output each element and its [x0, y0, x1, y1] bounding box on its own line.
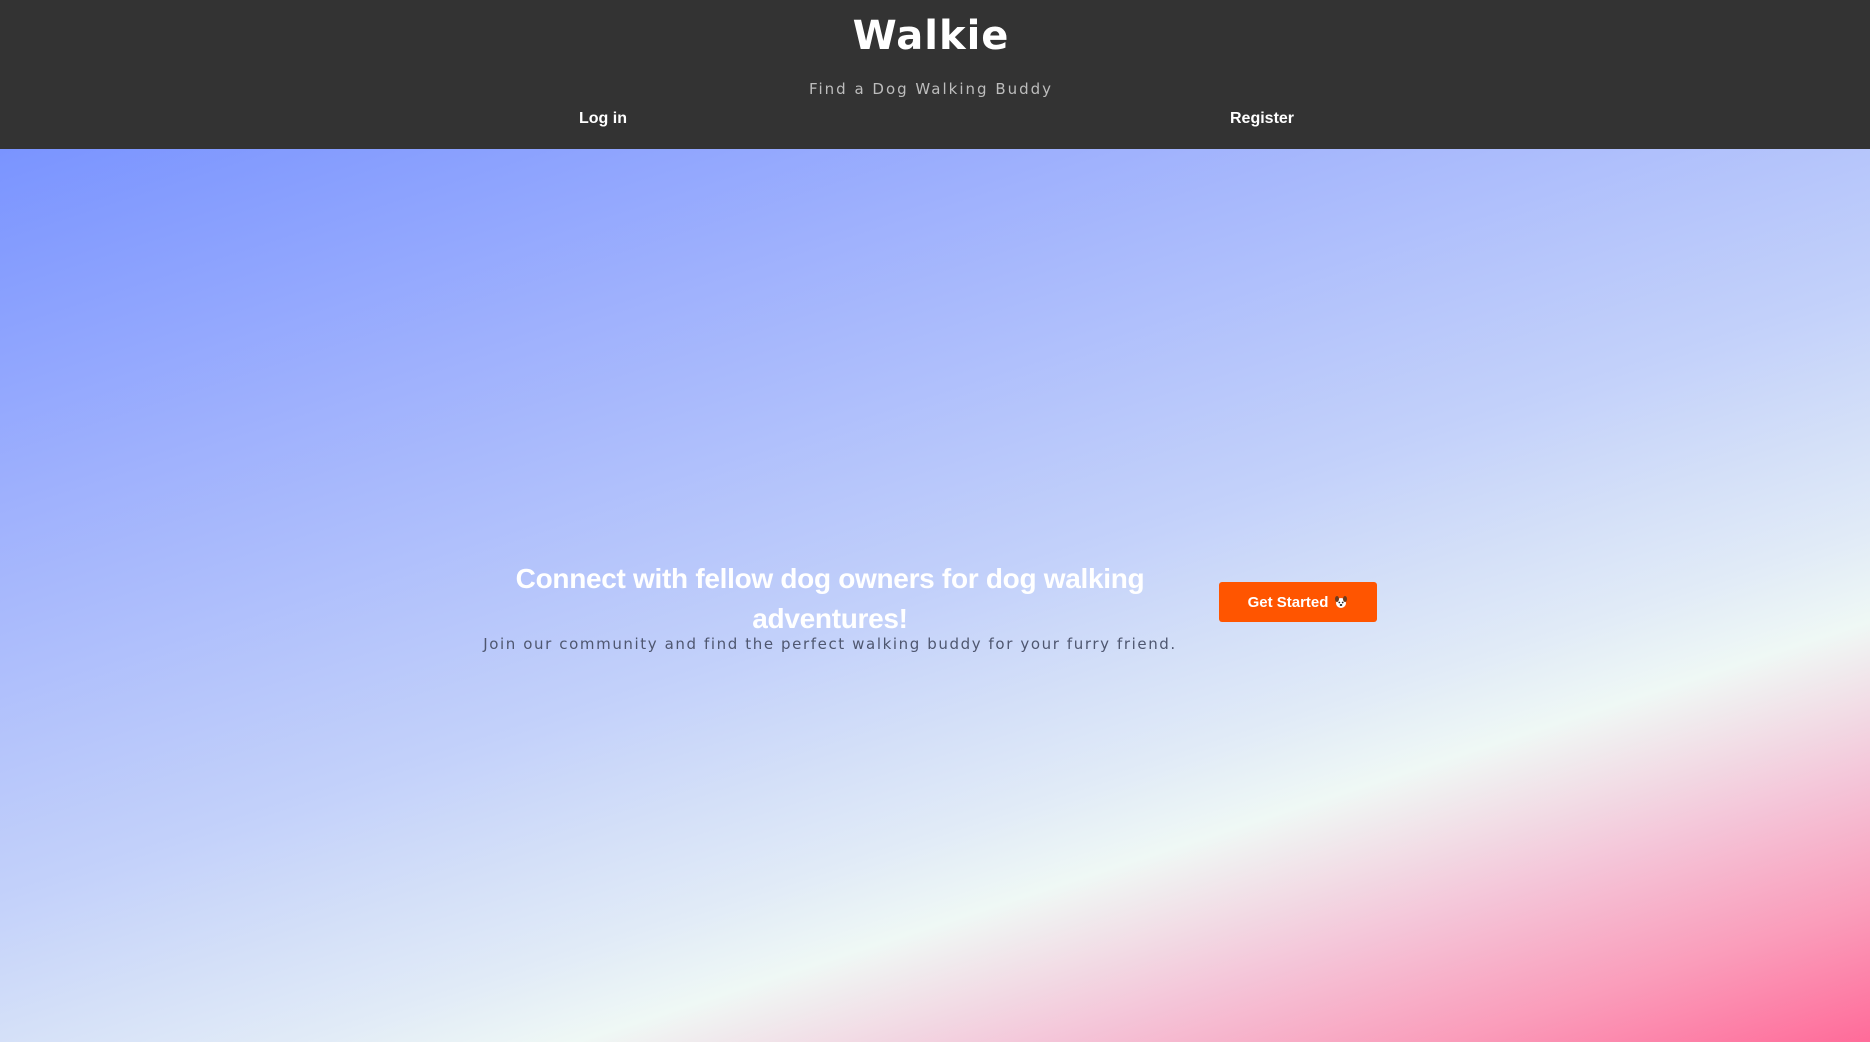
site-header: Walkie Find a Dog Walking Buddy Log in R…	[0, 0, 1870, 149]
hero-section: Connect with fellow dog owners for dog w…	[0, 149, 1870, 1042]
site-tagline: Find a Dog Walking Buddy	[808, 80, 1054, 98]
get-started-button[interactable]: Get Started	[1219, 582, 1377, 622]
dog-icon	[1334, 595, 1348, 609]
get-started-label: Get Started	[1247, 593, 1329, 611]
hero-heading: Connect with fellow dog owners for dog w…	[515, 563, 1145, 634]
site-title: Walkie	[852, 13, 1010, 59]
login-link[interactable]: Log in	[579, 107, 627, 131]
register-link[interactable]: Register	[1230, 107, 1294, 131]
hero-subheading: Join our community and find the perfect …	[483, 635, 1177, 653]
